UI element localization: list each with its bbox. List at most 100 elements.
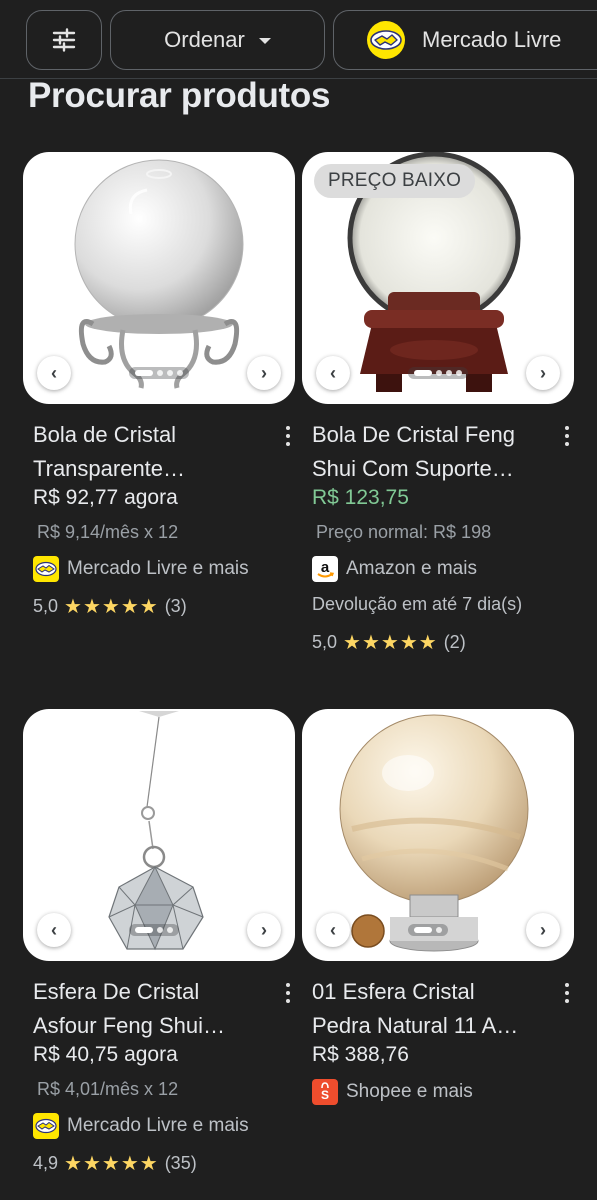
product-card-3[interactable]: ‹ › Esfera De Cristal Asfour Feng Shui… … bbox=[23, 709, 295, 1175]
carousel-dot bbox=[446, 370, 452, 376]
rating: 5,0 ★★★★★ (3) bbox=[33, 594, 187, 619]
svg-text:S: S bbox=[321, 1088, 329, 1102]
carousel-dot bbox=[436, 370, 442, 376]
carousel-dots bbox=[129, 367, 189, 379]
kebab-dot-icon bbox=[286, 434, 290, 438]
kebab-dot-icon bbox=[286, 999, 290, 1003]
carousel-dot bbox=[135, 927, 153, 933]
more-options-button[interactable] bbox=[281, 981, 295, 1005]
kebab-dot-icon bbox=[565, 434, 569, 438]
kebab-dot-icon bbox=[286, 991, 290, 995]
carousel-dot bbox=[167, 370, 173, 376]
filter-button[interactable] bbox=[26, 10, 102, 70]
product-price: R$ 92,77 agora bbox=[33, 486, 178, 509]
rating-value: 5,0 bbox=[33, 596, 59, 616]
carousel-dot bbox=[456, 370, 462, 376]
seller-info: S Shopee e mais bbox=[312, 1079, 473, 1105]
carousel-dot bbox=[157, 927, 163, 933]
amazon-logo-icon: a bbox=[312, 556, 338, 582]
star-icons: ★★★★★ bbox=[64, 1153, 159, 1175]
carousel-dots bbox=[408, 367, 468, 379]
page-title: Procurar produtos bbox=[28, 76, 331, 115]
carousel-dot bbox=[414, 927, 432, 933]
product-price: R$ 40,75 agora bbox=[33, 1043, 178, 1066]
product-title[interactable]: Bola De Cristal Feng Shui Com Suporte… bbox=[312, 418, 544, 486]
carousel-prev-button[interactable]: ‹ bbox=[316, 913, 350, 947]
seller-info: Mercado Livre e mais bbox=[33, 1113, 249, 1139]
low-price-badge: PREÇO BAIXO bbox=[314, 164, 476, 198]
review-count: (2) bbox=[443, 632, 466, 652]
product-title[interactable]: 01 Esfera Cristal Pedra Natural 11 A… bbox=[312, 975, 544, 1043]
product-title[interactable]: Bola de Cristal Transparente… bbox=[33, 418, 265, 486]
carousel-next-button[interactable]: › bbox=[247, 913, 281, 947]
sort-dropdown[interactable]: Ordenar bbox=[110, 10, 325, 70]
carousel-dot bbox=[167, 927, 173, 933]
svg-text:a: a bbox=[321, 559, 330, 576]
carousel-dot bbox=[135, 370, 153, 376]
carousel-prev-button[interactable]: ‹ bbox=[37, 913, 71, 947]
product-card-4[interactable]: ‹ › 01 Esfera Cristal Pedra Natural 11 A… bbox=[302, 709, 574, 1105]
return-policy-text: Devolução em até 7 dia(s) bbox=[312, 594, 523, 614]
regular-price-text: Preço normal: R$ 198 bbox=[316, 522, 492, 542]
product-card-1[interactable]: ‹ › Bola de Cristal Transparente… R$ 92,… bbox=[23, 152, 295, 618]
carousel-prev-button[interactable]: ‹ bbox=[37, 356, 71, 390]
carousel-next-button[interactable]: › bbox=[247, 356, 281, 390]
product-image-4[interactable]: ‹ › bbox=[302, 709, 574, 961]
carousel-dot bbox=[414, 370, 432, 376]
product-image-3[interactable]: ‹ › bbox=[23, 709, 295, 961]
chevron-right-icon: › bbox=[540, 919, 546, 940]
installment-text: R$ 4,01/mês x 12 bbox=[37, 1079, 179, 1099]
product-image-1[interactable]: ‹ › bbox=[23, 152, 295, 404]
kebab-dot-icon bbox=[565, 983, 569, 987]
seller-name: Mercado Livre e mais bbox=[67, 1115, 249, 1136]
chevron-right-icon: › bbox=[540, 362, 546, 383]
dropdown-caret-icon bbox=[258, 38, 271, 44]
kebab-dot-icon bbox=[565, 426, 569, 430]
installment-text: R$ 9,14/mês x 12 bbox=[37, 522, 179, 542]
carousel-prev-button[interactable]: ‹ bbox=[316, 356, 350, 390]
mercado-livre-logo-icon bbox=[33, 556, 59, 582]
sort-label: Ordenar bbox=[164, 27, 245, 52]
shopee-logo-icon: S bbox=[312, 1079, 338, 1105]
more-options-button[interactable] bbox=[560, 424, 574, 448]
kebab-dot-icon bbox=[565, 999, 569, 1003]
chevron-left-icon: ‹ bbox=[330, 919, 336, 940]
carousel-next-button[interactable]: › bbox=[526, 356, 560, 390]
chevron-left-icon: ‹ bbox=[51, 362, 57, 383]
carousel-next-button[interactable]: › bbox=[526, 913, 560, 947]
chevron-left-icon: ‹ bbox=[51, 919, 57, 940]
kebab-dot-icon bbox=[286, 442, 290, 446]
mercado-livre-logo-icon bbox=[33, 1113, 59, 1139]
seller-name: Shopee e mais bbox=[346, 1081, 473, 1102]
store-filter-chip[interactable]: Mercado Livre bbox=[333, 10, 597, 70]
chevron-right-icon: › bbox=[261, 362, 267, 383]
tune-icon bbox=[52, 28, 76, 52]
carousel-dot bbox=[436, 927, 442, 933]
rating-value: 4,9 bbox=[33, 1153, 59, 1173]
more-options-button[interactable] bbox=[281, 424, 295, 448]
kebab-dot-icon bbox=[286, 983, 290, 987]
product-image-2[interactable]: PREÇO BAIXO ‹ › bbox=[302, 152, 574, 404]
rating: 4,9 ★★★★★ (35) bbox=[33, 1151, 197, 1176]
carousel-dot bbox=[177, 370, 183, 376]
star-icons: ★★★★★ bbox=[64, 596, 159, 618]
review-count: (35) bbox=[164, 1153, 197, 1173]
rating: 5,0 ★★★★★ (2) bbox=[312, 630, 466, 655]
store-filter-label: Mercado Livre bbox=[422, 27, 562, 52]
product-price: R$ 388,76 bbox=[312, 1043, 409, 1066]
more-options-button[interactable] bbox=[560, 981, 574, 1005]
seller-name: Amazon e mais bbox=[346, 558, 477, 579]
kebab-dot-icon bbox=[565, 991, 569, 995]
product-card-2[interactable]: PREÇO BAIXO ‹ › Bola De Cristal Feng Shu… bbox=[302, 152, 574, 654]
product-title[interactable]: Esfera De Cristal Asfour Feng Shui… bbox=[33, 975, 265, 1043]
carousel-dots bbox=[408, 924, 448, 936]
review-count: (3) bbox=[164, 596, 187, 616]
rating-value: 5,0 bbox=[312, 632, 338, 652]
kebab-dot-icon bbox=[286, 426, 290, 430]
kebab-dot-icon bbox=[565, 442, 569, 446]
mercado-livre-logo-icon bbox=[367, 21, 405, 59]
carousel-dots bbox=[129, 924, 179, 936]
carousel-dot bbox=[157, 370, 163, 376]
seller-name: Mercado Livre e mais bbox=[67, 558, 249, 579]
seller-info: a Amazon e mais bbox=[312, 556, 477, 582]
